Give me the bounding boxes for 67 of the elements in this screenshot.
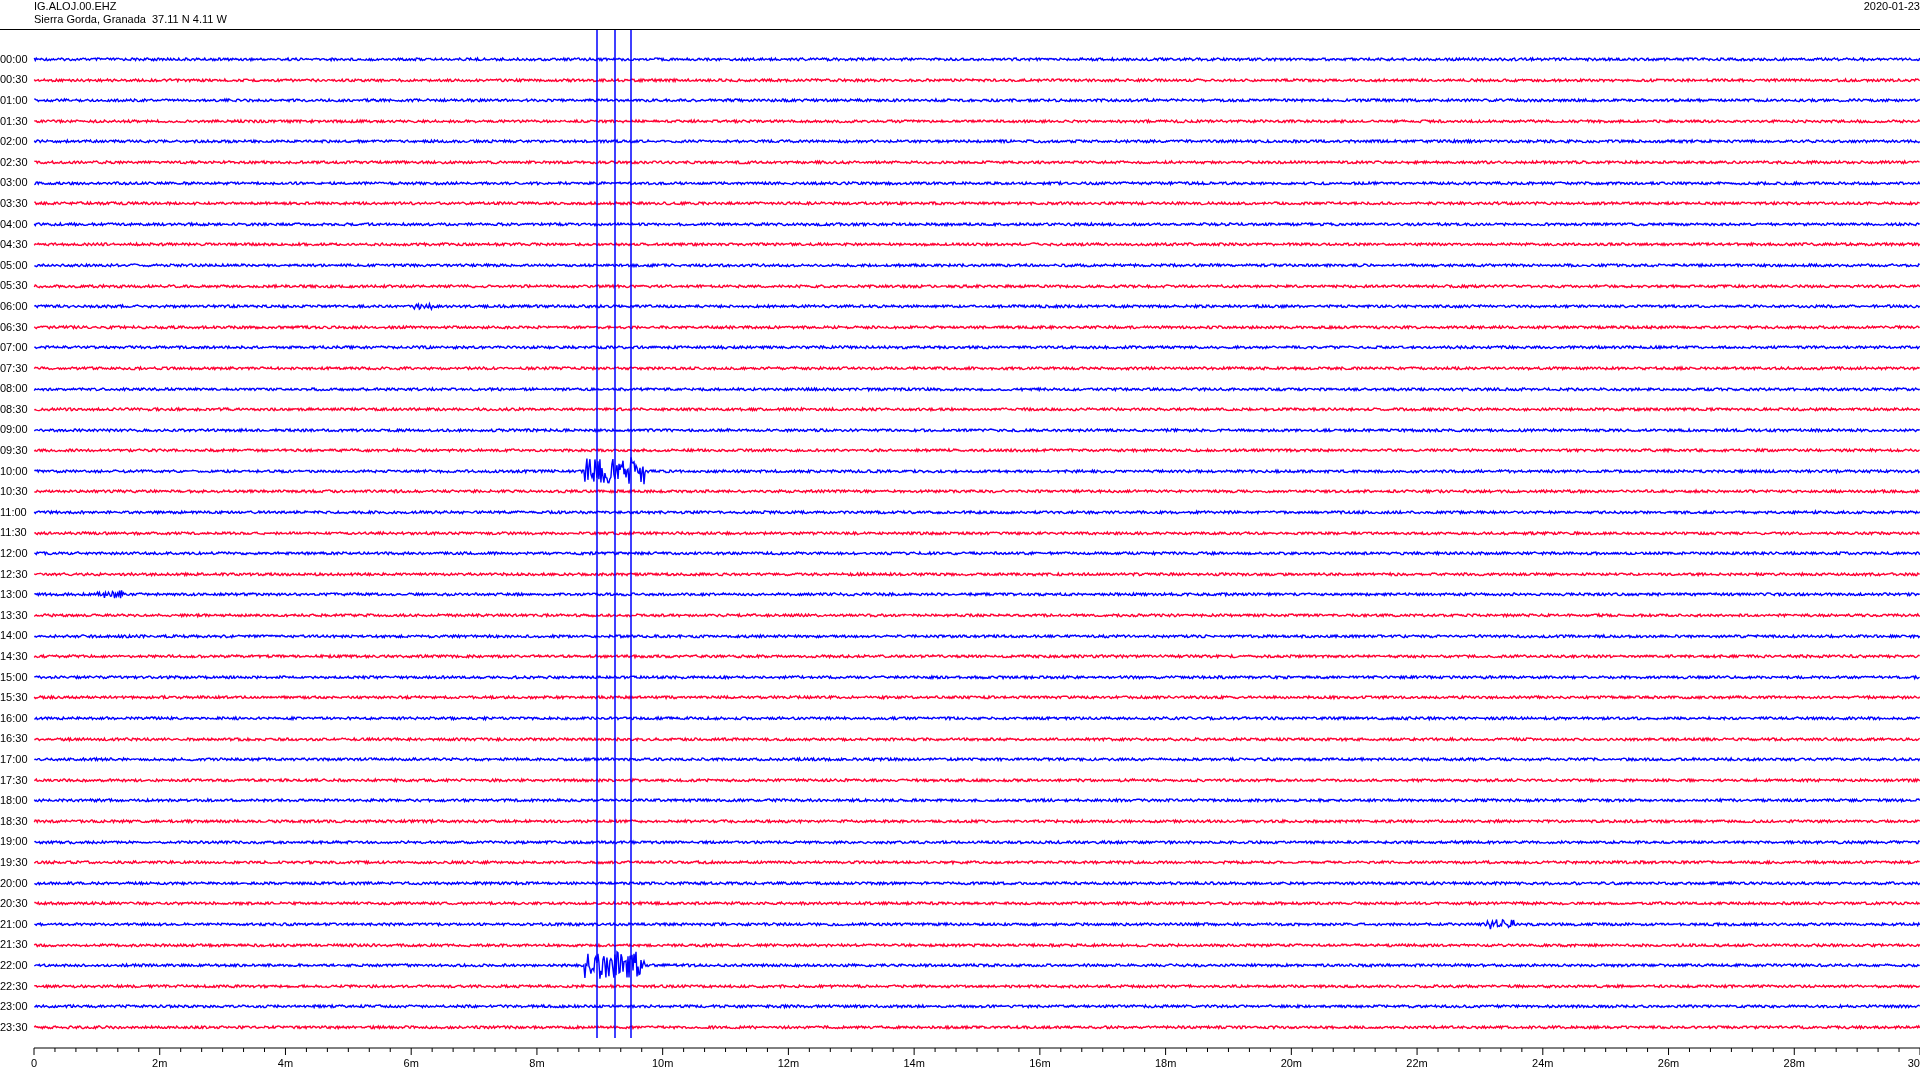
time-label: 03:00 [0, 176, 29, 190]
axis-tick-label: 26m [1657, 1056, 1680, 1069]
time-label: 06:00 [0, 299, 29, 313]
time-label: 16:30 [0, 732, 29, 746]
time-label: 18:30 [0, 814, 29, 828]
time-label: 19:30 [0, 855, 29, 869]
time-label: 01:30 [0, 114, 29, 128]
time-label: 13:30 [0, 608, 29, 622]
time-label: 15:00 [0, 670, 29, 684]
time-label: 12:30 [0, 567, 29, 581]
time-label: 06:30 [0, 320, 29, 334]
time-label: 11:00 [0, 505, 28, 519]
axis-tick-label: 30 [1907, 1056, 1920, 1069]
time-label: 10:00 [0, 464, 29, 478]
time-label: 11:30 [0, 526, 28, 540]
axis-tick-label: 16m [1029, 1056, 1051, 1069]
time-label: 03:30 [0, 196, 29, 210]
time-label: 21:00 [0, 917, 29, 931]
time-label: 12:00 [0, 547, 29, 561]
time-label: 00:00 [0, 52, 29, 66]
time-label: 23:00 [0, 1000, 29, 1014]
time-label: 23:30 [0, 1020, 29, 1034]
axis-tick-label: 14m [903, 1056, 925, 1069]
time-label: 04:30 [0, 238, 29, 252]
time-label: 14:30 [0, 650, 29, 663]
time-label: 14:00 [0, 629, 29, 643]
time-label: 21:30 [0, 938, 29, 952]
time-label: 10:30 [0, 485, 29, 499]
axis-tick-label: 8m [529, 1056, 545, 1069]
time-label: 15:30 [0, 691, 29, 705]
station-location: Sierra Gorda, Granada 37.11 N 4.11 W [34, 13, 227, 26]
time-label: 20:30 [0, 897, 29, 911]
axis-tick-label: 6m [403, 1056, 419, 1069]
time-label: 07:30 [0, 361, 29, 375]
time-label: 02:00 [0, 135, 29, 149]
axis-tick-label: 2m [152, 1056, 168, 1069]
time-label: 09:00 [0, 423, 29, 437]
time-label: 19:00 [0, 835, 29, 849]
time-label: 00:30 [0, 73, 29, 87]
date-label: 2020-01-23 [1863, 0, 1920, 13]
axis-tick-label: 12m [777, 1056, 800, 1069]
time-label: 18:00 [0, 794, 29, 808]
time-label: 17:00 [0, 753, 29, 766]
time-label: 01:00 [0, 94, 29, 107]
axis-tick-label: 18m [1154, 1056, 1177, 1069]
time-label: 02:30 [0, 155, 29, 169]
time-label: 08:30 [0, 402, 29, 416]
axis-tick-label: 20m [1280, 1056, 1303, 1069]
time-label: 07:00 [0, 341, 29, 355]
time-label: 09:30 [0, 444, 29, 458]
axis-tick-label: 4m [277, 1056, 294, 1069]
axis-tick-label: 10m [651, 1056, 674, 1069]
time-label: 05:30 [0, 279, 29, 293]
axis-tick-label: 24m [1532, 1056, 1554, 1069]
station-code: IG.ALOJ.00.EHZ [34, 0, 118, 13]
time-label: 04:00 [0, 217, 29, 231]
time-label: 22:30 [0, 979, 29, 993]
axis-tick-label: 28m [1783, 1056, 1805, 1069]
time-label: 05:00 [0, 258, 29, 272]
time-label: 08:00 [0, 382, 29, 396]
axis-tick-label: 0 [30, 1056, 38, 1069]
time-label: 20:00 [0, 876, 29, 890]
time-label: 13:00 [0, 588, 29, 602]
time-label: 22:00 [0, 958, 29, 972]
time-label: 16:00 [0, 711, 29, 725]
axis-tick-label: 22m [1406, 1056, 1428, 1069]
time-label: 17:30 [0, 773, 29, 787]
